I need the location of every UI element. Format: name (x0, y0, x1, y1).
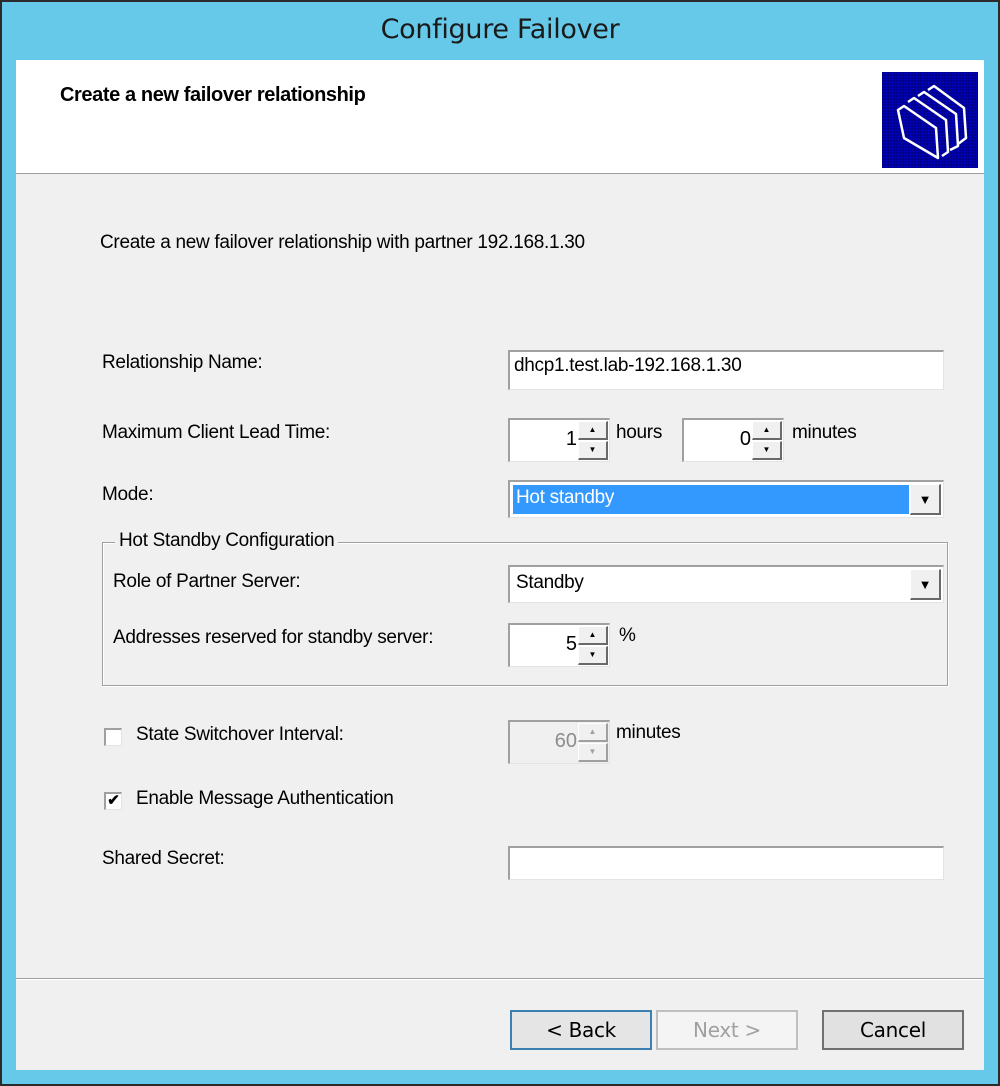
shared-secret-input[interactable] (508, 846, 944, 880)
hours-spin-down-icon[interactable]: ▼ (578, 441, 608, 460)
message-auth-label[interactable]: Enable Message Authentication (136, 788, 394, 810)
hours-spin-up-icon[interactable]: ▲ (578, 421, 608, 440)
hot-standby-groupbox: Hot Standby Configuration Role of Partne… (102, 530, 948, 686)
reserved-spin-down-icon[interactable]: ▼ (578, 646, 608, 665)
partner-role-dropdown[interactable]: Standby ▼ (508, 565, 944, 603)
partner-role-selected-value[interactable]: Standby (513, 570, 909, 599)
switchover-unit-label: minutes (616, 722, 681, 743)
cancel-button[interactable]: Cancel (822, 1010, 964, 1050)
message-auth-checkbox[interactable]: ✔ (104, 792, 122, 810)
window-title: Configure Failover (380, 14, 620, 45)
mode-label: Mode: (102, 484, 154, 505)
switchover-spin-down-icon[interactable]: ▼ (578, 743, 608, 762)
minutes-spin-up-icon[interactable]: ▲ (752, 421, 782, 440)
chevron-down-icon[interactable]: ▼ (910, 484, 941, 515)
checkmark-icon: ✔ (107, 792, 120, 809)
relationship-name-input[interactable]: dhcp1.test.lab-192.168.1.30 (508, 350, 944, 390)
lead-time-hours-value[interactable]: 1 (566, 428, 577, 451)
footer-separator (16, 978, 984, 980)
addresses-reserved-label: Addresses reserved for standby server: (113, 627, 434, 648)
lead-time-minutes-value[interactable]: 0 (740, 428, 751, 451)
shared-secret-label: Shared Secret: (102, 848, 225, 869)
next-button[interactable]: Next > (656, 1010, 798, 1050)
chevron-down-icon[interactable]: ▼ (910, 569, 941, 600)
percent-unit-label: % (619, 625, 636, 646)
reserved-percent-value[interactable]: 5 (566, 633, 577, 656)
role-of-partner-label: Role of Partner Server: (113, 571, 301, 592)
hot-standby-group-label: Hot Standby Configuration (115, 530, 339, 552)
description-text: Create a new failover relationship with … (100, 232, 585, 253)
max-client-lead-time-label: Maximum Client Lead Time: (102, 422, 330, 443)
dialog-window: Configure Failover Create a new failover… (2, 2, 998, 1084)
dialog-client-area: Create a new failover relationship Creat… (16, 60, 984, 1070)
switchover-interval-value[interactable]: 60 (555, 730, 577, 753)
mode-dropdown[interactable]: Hot standby ▼ (508, 480, 944, 518)
lead-time-hours-spinner[interactable]: 1 ▲ ▼ (508, 418, 610, 462)
switchover-spin-up-icon[interactable]: ▲ (578, 723, 608, 742)
mode-selected-value[interactable]: Hot standby (513, 485, 909, 514)
back-button[interactable]: < Back (510, 1010, 652, 1050)
minutes-unit-label: minutes (792, 422, 857, 443)
reserved-percent-spinner[interactable]: 5 ▲ ▼ (508, 623, 610, 667)
state-switchover-label[interactable]: State Switchover Interval: (136, 724, 344, 746)
state-switchover-checkbox[interactable] (104, 728, 122, 746)
header-title: Create a new failover relationship (60, 84, 366, 106)
hours-unit-label: hours (616, 422, 663, 443)
lead-time-minutes-spinner[interactable]: 0 ▲ ▼ (682, 418, 784, 462)
relationship-name-label: Relationship Name: (102, 352, 263, 373)
wizard-header: Create a new failover relationship (16, 60, 984, 174)
switchover-interval-spinner[interactable]: 60 ▲ ▼ (508, 720, 610, 764)
folders-icon (882, 72, 978, 168)
minutes-spin-down-icon[interactable]: ▼ (752, 441, 782, 460)
reserved-spin-up-icon[interactable]: ▲ (578, 626, 608, 645)
